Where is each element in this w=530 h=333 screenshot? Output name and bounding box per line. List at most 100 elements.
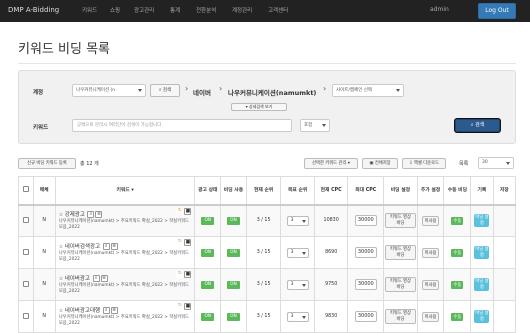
- row-checkbox-cell[interactable]: [18, 236, 34, 269]
- row-checkbox-cell[interactable]: [18, 268, 34, 301]
- bid-setting-cell: 키워드 영상비딩: [383, 236, 418, 269]
- header-ad-state: 광고 상태: [194, 176, 222, 206]
- bid-setting-button[interactable]: 키워드 영상비딩: [385, 309, 416, 324]
- keyword-name[interactable]: 강제광고: [65, 212, 85, 218]
- account-select[interactable]: 나우커뮤니케이션 (n: [72, 84, 146, 97]
- list-icon[interactable]: ≡: [110, 307, 118, 314]
- delete-icon[interactable]: ■: [184, 239, 192, 246]
- table-row: N ☆ 네이버광고대행 ⌕ ≡ 나우커뮤니케이션(namumkt) > 주요키워드 확…: [18, 300, 517, 333]
- history-button[interactable]: 비딩 설정: [474, 310, 490, 323]
- bid-setting-button[interactable]: 키워드 영상비딩: [385, 277, 416, 292]
- search-icon[interactable]: ⌕: [92, 275, 100, 282]
- manual-bid-button[interactable]: 수동: [451, 216, 464, 225]
- max-cpc-input[interactable]: 30000: [354, 279, 377, 290]
- nav-item-ad-manage[interactable]: 광고관리: [134, 6, 154, 14]
- manual-bid-button[interactable]: 수동: [451, 280, 464, 289]
- header-checkbox[interactable]: [18, 176, 34, 206]
- nav-item-keyword[interactable]: 키워드: [82, 6, 97, 14]
- target-rank-select[interactable]: 3: [286, 247, 309, 258]
- extra-setting-button[interactable]: 미사용: [421, 247, 440, 258]
- extra-setting-button[interactable]: 미사용: [421, 215, 440, 226]
- extra-setting-button[interactable]: 미사용: [421, 311, 440, 322]
- list-icon[interactable]: ≡: [110, 243, 118, 250]
- nav-item-stats[interactable]: 통계: [170, 6, 180, 14]
- search-button-label: 검색: [475, 122, 485, 128]
- search-icon: ⌕: [470, 122, 474, 128]
- search-icon[interactable]: ⌕: [87, 211, 95, 219]
- delete-icon[interactable]: ■: [184, 207, 192, 215]
- row-checkbox[interactable]: [22, 248, 29, 255]
- keyword-cell: ☆ 네이버광고대행 ⌕ ≡ 나우커뮤니케이션(namumkt) > 주요키워드 확실…: [54, 300, 196, 333]
- refresh-icon[interactable]: ↻: [176, 303, 184, 310]
- star-icon[interactable]: ☆: [59, 277, 63, 282]
- max-cpc-input[interactable]: 30000: [354, 215, 377, 227]
- row-checkbox-cell[interactable]: [18, 204, 34, 237]
- ad-state-toggle[interactable]: ON: [201, 312, 215, 321]
- bid-setting-button[interactable]: 키워드 영상비딩: [385, 213, 416, 229]
- search-icon[interactable]: ⌕: [102, 243, 110, 250]
- select-all-checkbox[interactable]: [22, 185, 29, 192]
- delete-icon[interactable]: ■: [184, 303, 192, 310]
- target-rank-select[interactable]: 3: [286, 215, 309, 226]
- search-button[interactable]: ⌕ 검색: [455, 119, 500, 132]
- max-cpc-input[interactable]: 30000: [354, 311, 377, 322]
- manual-bid-button[interactable]: 수동: [451, 248, 464, 257]
- excel-download-button[interactable]: ⇩ 엑셀 다운로드: [402, 158, 446, 169]
- page-size-select[interactable]: 30: [478, 157, 514, 169]
- row-checkbox[interactable]: [22, 312, 29, 319]
- bid-state-toggle[interactable]: ON: [226, 248, 240, 257]
- history-button[interactable]: 비딩 설정: [474, 246, 490, 259]
- manage-selected-button[interactable]: 선택한 키워드 관리 ▾: [304, 158, 358, 169]
- star-icon[interactable]: ☆: [59, 245, 63, 250]
- keyword-search-input[interactable]: 공백으로 분리시 여러단어 검색이 가능합니다.: [72, 119, 292, 132]
- bid-state-toggle[interactable]: ON: [226, 280, 240, 289]
- history-button[interactable]: 비딩 설정: [474, 214, 490, 228]
- keyword-name[interactable]: 네이버광고대행: [65, 308, 100, 314]
- target-rank-select[interactable]: 3: [286, 311, 309, 322]
- account-search-button[interactable]: ⌕ 검색: [150, 84, 180, 97]
- list-icon[interactable]: ≡: [100, 275, 108, 282]
- refresh-icon[interactable]: ↻: [176, 239, 184, 246]
- manual-bid-button[interactable]: 수동: [451, 312, 464, 321]
- detail-search-toggle[interactable]: ▾ 상세검색 보기: [231, 103, 287, 111]
- keyword-name[interactable]: 네이버광고: [65, 276, 90, 282]
- bid-state-cell: ON: [220, 300, 247, 333]
- history-button[interactable]: 비딩 설정: [474, 278, 490, 291]
- ad-state-toggle[interactable]: ON: [201, 216, 215, 225]
- campaign-select[interactable]: 사이트/캠페인 선택: [332, 84, 404, 97]
- keyword-name[interactable]: 네이버검색광고: [65, 244, 100, 250]
- nav-item-account[interactable]: 계정관리: [232, 6, 252, 14]
- target-rank-cell: 3: [280, 204, 315, 237]
- bid-setting-button[interactable]: 키워드 영상비딩: [385, 245, 416, 260]
- star-icon[interactable]: ☆: [59, 213, 63, 218]
- nav-item-support[interactable]: 고객센터: [268, 6, 288, 14]
- ad-state-toggle[interactable]: ON: [201, 280, 215, 289]
- nav-item-conversion[interactable]: 전환분석: [196, 6, 216, 14]
- row-checkbox[interactable]: [22, 216, 29, 223]
- logout-button[interactable]: Log Out: [478, 3, 516, 19]
- row-checkbox[interactable]: [22, 280, 29, 287]
- search-icon[interactable]: ⌕: [102, 307, 110, 314]
- list-icon[interactable]: ≡: [95, 211, 103, 219]
- refresh-icon[interactable]: ↻: [176, 271, 184, 278]
- refresh-icon[interactable]: ↻: [176, 207, 184, 215]
- star-icon[interactable]: ☆: [59, 309, 63, 314]
- target-rank-select[interactable]: 3: [286, 279, 309, 290]
- header-keyword[interactable]: 키워드 ▾: [54, 176, 196, 206]
- register-keyword-button[interactable]: 신규 비딩 키워드 등록: [18, 158, 76, 169]
- bid-state-toggle[interactable]: ON: [226, 216, 240, 225]
- media-cell: N: [32, 236, 56, 269]
- bid-state-toggle[interactable]: ON: [226, 312, 240, 321]
- nav-item-shopping[interactable]: 쇼핑: [110, 6, 120, 14]
- sort-icon: ▾: [131, 187, 134, 193]
- current-rank-cell: 3 / 15: [245, 300, 282, 333]
- match-type-select[interactable]: 포함: [300, 119, 330, 132]
- ad-state-toggle[interactable]: ON: [201, 248, 215, 257]
- extra-setting-button[interactable]: 미사용: [421, 279, 440, 290]
- max-cpc-input[interactable]: 30000: [354, 247, 377, 258]
- brand-logo[interactable]: DMP A-Bidding: [8, 6, 59, 14]
- row-checkbox-cell[interactable]: [18, 300, 34, 333]
- total-count: 총 12 개: [80, 160, 99, 167]
- save-all-button[interactable]: ▣ 전체저장: [362, 158, 398, 169]
- delete-icon[interactable]: ■: [184, 271, 192, 278]
